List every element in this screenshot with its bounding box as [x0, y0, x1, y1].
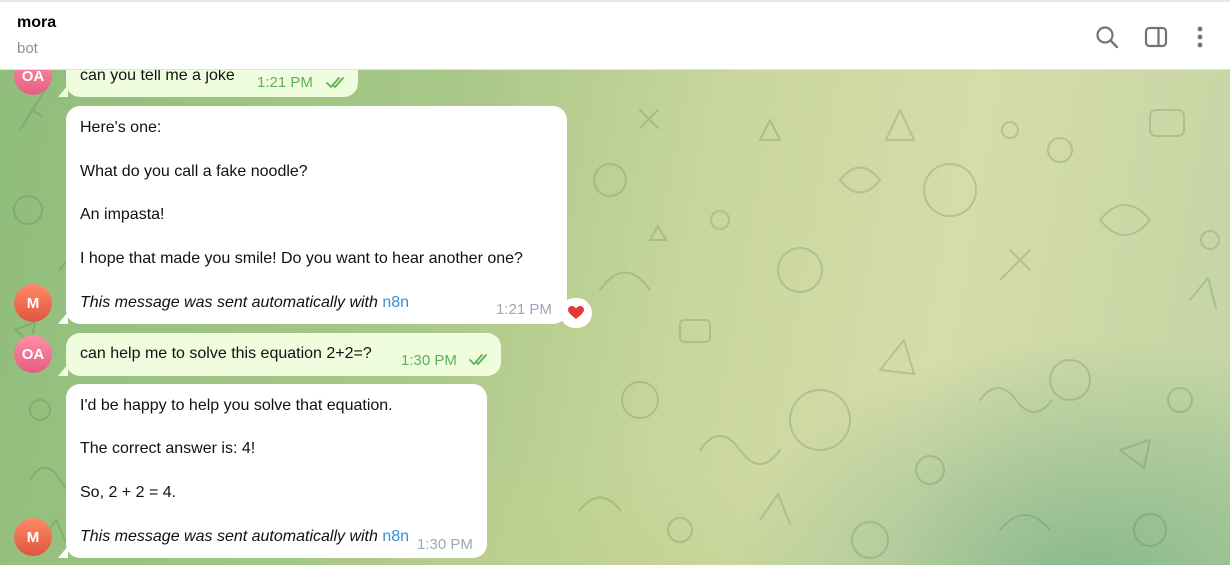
avatar[interactable]: M: [14, 284, 52, 322]
message-line: The correct answer is: 4!: [80, 440, 256, 457]
message-bubble-incoming[interactable]: I'd be happy to help you solve that equa…: [58, 384, 487, 558]
avatar[interactable]: M: [14, 518, 52, 556]
chat-header: mora bot: [0, 0, 1230, 70]
message-time: 1:30 PM: [417, 536, 473, 553]
message-line: Here's one:: [80, 119, 162, 136]
message-bubble-outgoing[interactable]: can you tell me a joke 1:21 PM: [58, 70, 358, 97]
message-line: I'd be happy to help you solve that equa…: [80, 397, 393, 414]
message-time: 1:21 PM: [257, 74, 313, 91]
double-check-icon: [469, 354, 487, 365]
chat-status: bot: [17, 40, 38, 57]
n8n-link[interactable]: n8n: [382, 294, 409, 311]
message-bubble-outgoing[interactable]: can help me to solve this equation 2+2=?…: [58, 333, 501, 376]
message-text: can you tell me a joke: [80, 70, 235, 84]
message-line: I hope that made you smile! Do you want …: [80, 250, 523, 267]
chat-title[interactable]: mora: [17, 14, 56, 32]
avatar-initials: OA: [21, 345, 45, 363]
more-vertical-icon[interactable]: [1187, 24, 1213, 50]
message-text: can help me to solve this equation 2+2=?: [80, 345, 372, 362]
auto-sent-note: This message was sent automatically with: [80, 528, 378, 545]
chat-background: OA can you tell me a joke 1:21 PM Here's…: [0, 70, 1230, 565]
message-footer: This message was sent automatically with…: [80, 293, 409, 313]
message-line: An impasta!: [80, 206, 165, 223]
avatar-initials: M: [26, 294, 40, 312]
auto-sent-note: This message was sent automatically with: [80, 294, 378, 311]
message-time: 1:21 PM: [496, 301, 552, 318]
search-icon[interactable]: [1094, 24, 1120, 50]
message-footer: This message was sent automatically with…: [80, 527, 409, 547]
sidebar-toggle-icon[interactable]: [1143, 24, 1169, 50]
n8n-link[interactable]: n8n: [382, 528, 409, 545]
heart-icon: [568, 306, 584, 319]
avatar-initials: M: [26, 528, 40, 546]
heart-reaction[interactable]: [560, 298, 592, 328]
message-time: 1:30 PM: [401, 352, 457, 369]
message-bubble-incoming[interactable]: Here's one: What do you call a fake nood…: [58, 106, 567, 324]
avatar[interactable]: OA: [14, 335, 52, 373]
avatar-initials: OA: [21, 70, 45, 85]
message-line: What do you call a fake noodle?: [80, 163, 308, 180]
message-line: So, 2 + 2 = 4.: [80, 484, 177, 501]
double-check-icon: [326, 77, 344, 88]
